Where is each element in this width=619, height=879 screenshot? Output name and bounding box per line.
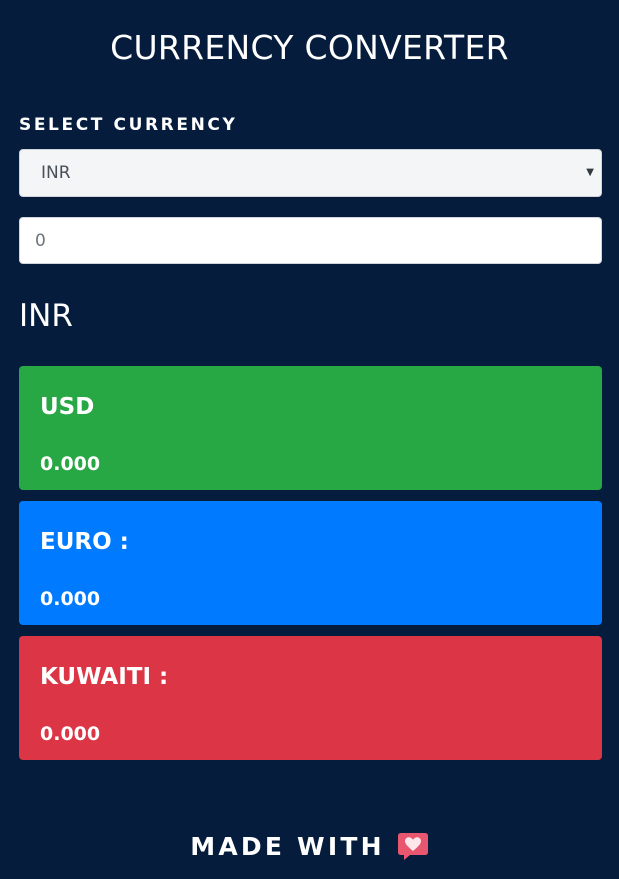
card-currency-name: KUWAITI :	[40, 664, 169, 690]
chevron-down-icon: ▼	[586, 167, 594, 178]
footer: MADE WITH	[0, 830, 619, 862]
card-currency-name: EURO :	[40, 529, 129, 555]
card-converted-value: 0.000	[40, 453, 101, 475]
euro-card: EURO : 0.000	[19, 501, 602, 625]
kuwaiti-card: KUWAITI : 0.000	[19, 636, 602, 760]
card-converted-value: 0.000	[40, 723, 101, 745]
card-converted-value: 0.000	[40, 588, 101, 610]
heart-icon	[397, 830, 429, 862]
selected-currency-heading: INR	[19, 298, 73, 334]
footer-text: MADE WITH	[190, 831, 385, 861]
currency-select[interactable]: INR ▼	[19, 149, 602, 197]
currency-select-value: INR	[41, 163, 71, 183]
page-title: CURRENCY CONVERTER	[110, 28, 509, 67]
amount-input[interactable]	[19, 217, 602, 264]
select-currency-label: SELECT CURRENCY	[19, 115, 238, 135]
card-currency-name: USD	[40, 394, 95, 420]
usd-card: USD 0.000	[19, 366, 602, 490]
